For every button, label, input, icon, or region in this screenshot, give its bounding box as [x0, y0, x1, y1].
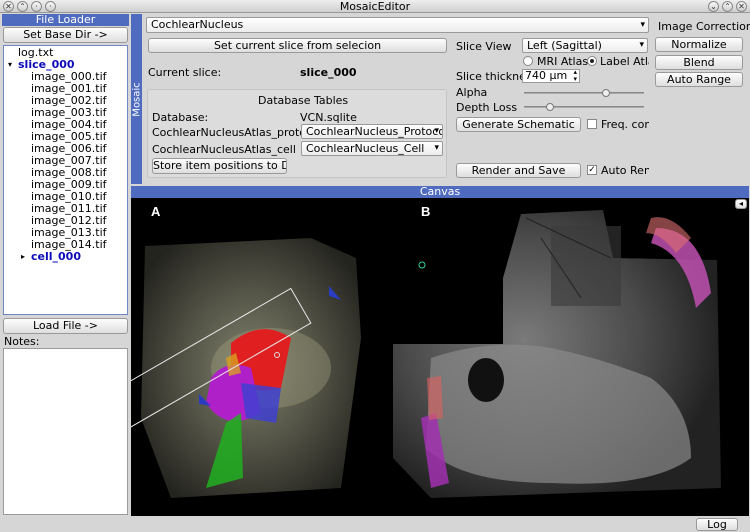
- close-icon[interactable]: ✕: [736, 1, 747, 12]
- database-tables-title: Database Tables: [258, 94, 349, 107]
- mri-atlas-label: MRI Atlas: [537, 55, 589, 68]
- panel-b-label: B: [421, 204, 430, 219]
- slice-thickness-spinbox[interactable]: 740 µm ▴ ▾: [522, 69, 580, 83]
- auto-render-label: Auto Rend: [601, 164, 649, 177]
- generate-schematic-button[interactable]: Generate Schematic: [456, 117, 581, 132]
- protocol-table-label: CochlearNucleusAtlas_protocol: [152, 126, 322, 139]
- load-file-button[interactable]: Load File ->: [3, 318, 128, 334]
- panel-b-section: B: [393, 204, 721, 498]
- database-label: Database:: [152, 111, 209, 124]
- alpha-slider[interactable]: [524, 89, 644, 97]
- slice-thickness-label: Slice thicknes: [456, 70, 532, 83]
- panel-a-section: A: [131, 204, 426, 498]
- notes-textarea[interactable]: [3, 348, 128, 515]
- title-bar: ✕ ⌃ · · MosaicEditor ⌄ ⌃ ✕: [0, 0, 750, 13]
- cell-table-label: CochlearNucleusAtlas_cell: [152, 143, 296, 156]
- current-slice-value: slice_000: [300, 66, 357, 79]
- blend-button[interactable]: Blend: [655, 55, 743, 70]
- canvas-header: Canvas: [131, 186, 749, 198]
- maximize-icon[interactable]: ⌃: [722, 1, 733, 12]
- depth-loss-slider[interactable]: [524, 103, 644, 111]
- normalize-button[interactable]: Normalize: [655, 37, 743, 52]
- panel-a-label: A: [151, 204, 161, 219]
- status-bar: [0, 516, 750, 532]
- label-atlas-radio[interactable]: [587, 56, 597, 66]
- tree-item[interactable]: cell_000: [31, 251, 81, 263]
- mosaic-side-label: Mosaic: [131, 82, 143, 117]
- database-value: VCN.sqlite: [300, 111, 357, 124]
- canvas-view[interactable]: A B ◂: [131, 198, 749, 516]
- cell-table-select[interactable]: CochlearNucleus_Cell ▾: [301, 141, 443, 156]
- slice-view-select[interactable]: Left (Sagittal) ▾: [522, 38, 648, 53]
- file-loader-header: File Loader: [2, 14, 129, 26]
- set-base-dir-button[interactable]: Set Base Dir ->: [3, 27, 128, 43]
- set-current-slice-button[interactable]: Set current slice from selecion: [148, 38, 447, 53]
- mosaic-side-tab: Mosaic: [131, 14, 143, 184]
- freq-contour-checkbox[interactable]: [587, 119, 597, 129]
- window-title: MosaicEditor: [339, 0, 411, 13]
- auto-range-button[interactable]: Auto Range: [655, 72, 743, 87]
- minimize-icon[interactable]: ⌄: [708, 1, 719, 12]
- notes-label: Notes:: [4, 335, 40, 348]
- collapse-arrow-icon[interactable]: ▾: [8, 59, 12, 71]
- auto-render-checkbox[interactable]: ✓: [587, 165, 597, 175]
- canvas-image: A B: [131, 204, 721, 498]
- depth-loss-label: Depth Loss: [456, 101, 518, 114]
- log-button[interactable]: Log: [696, 518, 738, 531]
- slice-view-label: Slice View: [456, 40, 512, 53]
- protocol-table-select[interactable]: CochlearNucleus_Protocol ▾: [301, 124, 443, 139]
- label-atlas-label: Label Atlas: [600, 55, 649, 68]
- render-and-save-button[interactable]: Render and Save: [456, 163, 581, 178]
- image-correction-title: Image Correction: [658, 20, 750, 33]
- mri-atlas-radio[interactable]: [523, 56, 533, 66]
- freq-contour-label: Freq. conto: [601, 118, 649, 131]
- current-slice-label: Current slice:: [148, 66, 222, 79]
- file-tree[interactable]: log.txt slice_000 ▾ image_000.tif image_001.…: [3, 45, 128, 315]
- alpha-label: Alpha: [456, 86, 488, 99]
- expand-arrow-icon[interactable]: ▸: [21, 251, 25, 263]
- store-positions-button[interactable]: Store item positions to DB: [152, 158, 287, 174]
- atlas-select[interactable]: CochlearNucleus ▾: [146, 17, 649, 33]
- canvas-collapse-button[interactable]: ◂: [735, 199, 747, 209]
